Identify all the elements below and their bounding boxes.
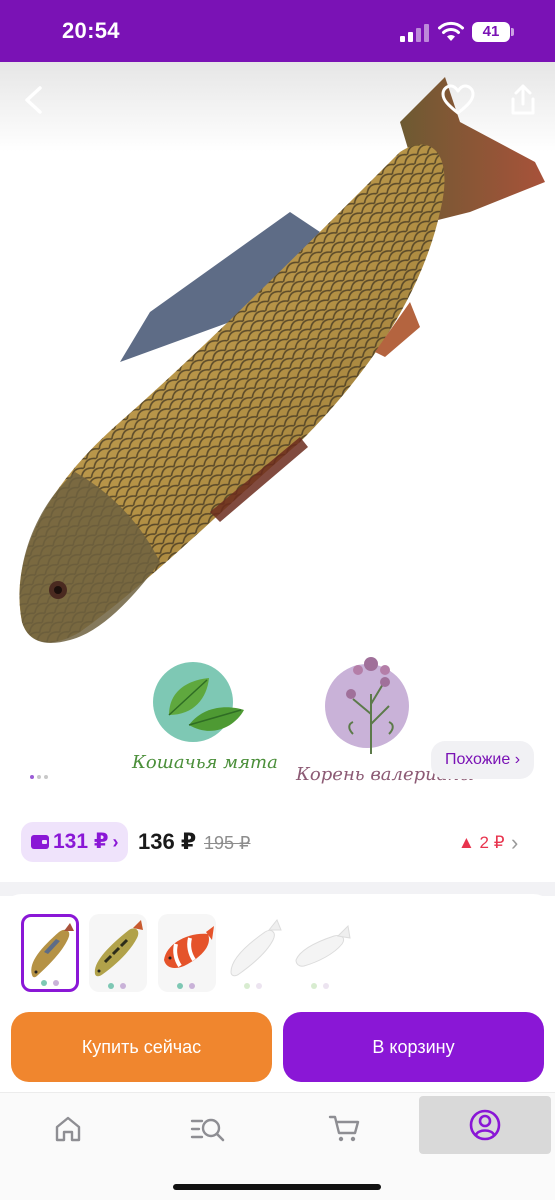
home-icon xyxy=(55,1116,81,1142)
perch-thumbnail-icon xyxy=(94,920,143,989)
price-change[interactable]: ▲ 2 ₽ xyxy=(458,833,505,853)
back-button[interactable] xyxy=(16,82,52,118)
wallet-icon xyxy=(31,835,49,849)
status-time: 20:54 xyxy=(62,18,120,43)
white-fish-thumbnail-icon xyxy=(230,919,282,989)
buy-now-button[interactable]: Купить сейчас xyxy=(11,1012,272,1082)
carp-thumbnail-icon xyxy=(31,923,74,986)
nav-catalog[interactable] xyxy=(156,1099,256,1155)
share-icon xyxy=(511,84,535,115)
share-button[interactable] xyxy=(505,82,541,118)
pagination-dot xyxy=(44,774,48,779)
wifi-icon xyxy=(438,21,464,41)
variant-selector xyxy=(0,894,555,1004)
carp-fish-toy-image xyxy=(19,77,545,643)
signal-icon xyxy=(400,24,430,42)
product-gallery[interactable]: Кошачья мята Корень валерианы Похожие › xyxy=(0,62,555,802)
chevron-right-icon[interactable]: › xyxy=(511,830,518,856)
clownfish-thumbnail-icon xyxy=(164,926,214,989)
price-row: 131 ₽ › 136 ₽ 195 ₽ ▲ 2 ₽ › xyxy=(0,802,555,882)
cart-icon xyxy=(328,1115,360,1142)
status-bar: 20:54 41 xyxy=(0,0,555,62)
nav-cart[interactable] xyxy=(294,1099,394,1155)
catnip-label: Кошачья мята xyxy=(132,752,278,773)
valerian-badge: Корень валерианы xyxy=(296,654,475,785)
home-indicator xyxy=(173,1184,381,1190)
valerian-flower-icon xyxy=(325,657,409,754)
variant-clownfish[interactable] xyxy=(158,914,216,992)
favorite-button[interactable] xyxy=(440,82,476,118)
pagination-dot xyxy=(37,774,41,779)
variant-perch[interactable] xyxy=(89,914,147,992)
heart-icon xyxy=(441,84,475,115)
valerian-label: Корень валерианы xyxy=(296,764,475,785)
back-icon xyxy=(25,86,42,114)
gallery-pagination xyxy=(30,768,51,779)
catnip-badge: Кошачья мята xyxy=(132,660,278,773)
nav-profile[interactable] xyxy=(419,1096,551,1154)
battery-icon: 41 xyxy=(472,22,510,42)
add-to-cart-button[interactable]: В корзину xyxy=(283,1012,544,1082)
bottom-navigation xyxy=(0,1092,555,1200)
nav-home[interactable] xyxy=(18,1099,118,1155)
current-price: 136 ₽ xyxy=(138,829,197,854)
white-fish-thumbnail-icon xyxy=(295,924,351,989)
variant-carp[interactable] xyxy=(21,914,79,992)
battery-tip xyxy=(511,28,514,36)
variant-white-fish-2[interactable] xyxy=(294,914,352,992)
catalog-search-icon xyxy=(190,1118,225,1142)
wallet-price-badge[interactable]: 131 ₽ › xyxy=(21,822,128,862)
similar-button[interactable]: Похожие › xyxy=(431,741,534,779)
variant-white-fish-1[interactable] xyxy=(227,914,285,992)
catnip-leaf-icon xyxy=(153,662,244,742)
pagination-dot xyxy=(30,774,34,779)
chevron-right-icon: › xyxy=(112,832,119,852)
old-price: 195 ₽ xyxy=(204,833,251,853)
product-page: 20:54 41 Кошачья мята Корень валерианы П… xyxy=(0,0,555,1200)
wallet-price: 131 ₽ xyxy=(53,830,109,853)
profile-icon xyxy=(469,1109,501,1141)
